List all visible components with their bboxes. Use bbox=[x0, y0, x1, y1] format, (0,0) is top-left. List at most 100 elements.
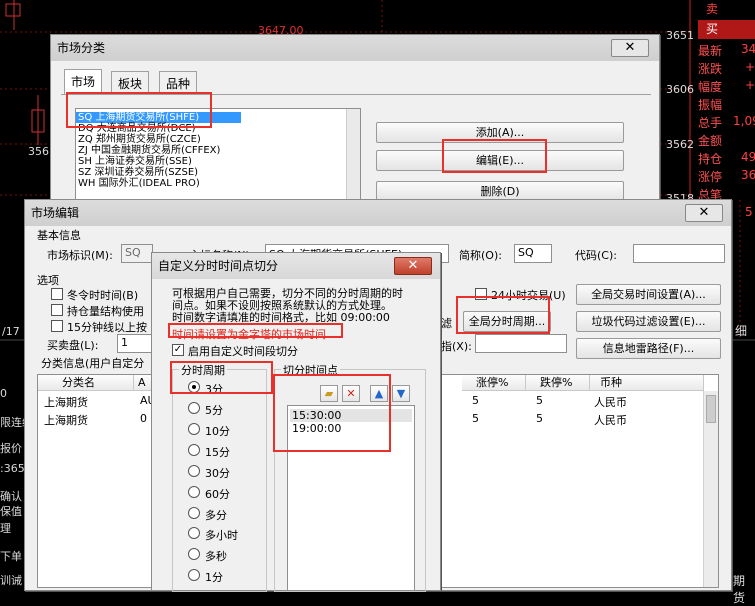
code-label: 代码(C): bbox=[575, 249, 617, 262]
list-item[interactable]: ZQ 郑州期货交易所(CZCE) bbox=[76, 134, 360, 145]
edit-window-titlebar[interactable]: 市场编辑 ✕ bbox=[25, 200, 731, 226]
period-radio[interactable] bbox=[188, 527, 200, 539]
table-cell[interactable]: 0 bbox=[140, 412, 147, 425]
market-category-window: 市场分类 ✕ 市场 板块 品种 SQ 上海期货交易所(SHFE) DQ 大连商品… bbox=[50, 34, 660, 214]
period-radio[interactable] bbox=[188, 507, 200, 519]
period-dialog-titlebar[interactable]: 自定义分时时间点切分 ✕ bbox=[152, 253, 440, 279]
period-radio[interactable] bbox=[188, 444, 200, 456]
period-radio[interactable] bbox=[188, 548, 200, 560]
list-item[interactable]: DQ 大连商品交易所(DCE) bbox=[76, 123, 360, 134]
table-cell[interactable]: 上海期货 bbox=[44, 412, 88, 428]
delete-icon[interactable]: ✕ bbox=[342, 385, 360, 402]
market-window-titlebar[interactable]: 市场分类 ✕ bbox=[51, 35, 659, 61]
enable-custom-checkbox[interactable]: ✓ bbox=[172, 344, 184, 356]
list-scrollbar[interactable] bbox=[346, 109, 360, 211]
position-structure-checkbox[interactable] bbox=[51, 304, 63, 316]
left-fragment: 训诫 bbox=[0, 574, 22, 587]
tab-sector[interactable]: 板块 bbox=[111, 71, 150, 93]
table-header[interactable]: 币种 bbox=[590, 375, 704, 391]
fifteen-min-checkbox[interactable] bbox=[51, 320, 63, 332]
table-header[interactable]: 分类名 bbox=[38, 375, 134, 391]
list-item[interactable]: SQ 上海期货交易所(SHFE) bbox=[76, 112, 241, 123]
winter-time-checkbox[interactable] bbox=[51, 288, 63, 300]
period-radio[interactable] bbox=[188, 423, 200, 435]
close-icon[interactable]: ✕ bbox=[685, 204, 723, 222]
warning-text: 时间请设置为金字塔的市场时间 bbox=[172, 328, 326, 341]
list-item[interactable]: 15:30:00 bbox=[290, 409, 412, 422]
list-item[interactable]: SZ 深圳证券交易所(SZSE) bbox=[76, 167, 360, 178]
right-fragment: 细 bbox=[735, 324, 748, 338]
table-header[interactable]: 跌停% bbox=[526, 375, 590, 391]
list-item[interactable]: 19:00:00 bbox=[290, 422, 412, 435]
buy-sell-depth-label: 买卖盘(L): bbox=[47, 339, 99, 352]
table-cell[interactable]: 5 bbox=[472, 412, 479, 425]
folder-icon[interactable]: ▰ bbox=[320, 385, 338, 402]
quote-value: 34 bbox=[741, 42, 755, 56]
table-header[interactable]: 涨停% bbox=[462, 375, 526, 391]
quote-label: 金额 bbox=[698, 134, 723, 148]
arrow-down-icon[interactable]: ▼ bbox=[392, 385, 410, 402]
quote-label: 幅度 bbox=[698, 80, 723, 94]
period-radio[interactable] bbox=[188, 569, 200, 581]
category-info-label: 分类信息(用户自定分 bbox=[41, 357, 145, 370]
scrollbar-thumb[interactable] bbox=[706, 395, 716, 423]
tab-market[interactable]: 市场 bbox=[64, 69, 103, 95]
period-group-title: 分时周期 bbox=[179, 362, 227, 378]
global-trade-time-button[interactable]: 全局交易时间设置(A)... bbox=[576, 284, 721, 305]
code-field[interactable] bbox=[633, 244, 725, 263]
table-cell[interactable]: 5 bbox=[536, 412, 543, 425]
close-icon[interactable]: ✕ bbox=[611, 39, 649, 57]
index-field[interactable] bbox=[475, 334, 567, 353]
tab-variety[interactable]: 品种 bbox=[159, 71, 198, 93]
period-radio[interactable] bbox=[188, 381, 200, 393]
junk-filter-button[interactable]: 垃圾代码过滤设置(E)... bbox=[576, 311, 721, 332]
quote-label: 持仓 bbox=[698, 152, 723, 166]
table-cell[interactable]: 上海期货 bbox=[44, 394, 88, 410]
period-radio[interactable] bbox=[188, 465, 200, 477]
table-cell[interactable]: 5 bbox=[472, 394, 479, 407]
quote-value: 1,09 bbox=[733, 114, 755, 128]
global-period-button[interactable]: 全局分时周期... bbox=[463, 311, 551, 332]
quote-value: + bbox=[745, 60, 755, 74]
period-label: 多小时 bbox=[205, 529, 238, 542]
add-button[interactable]: 添加(A)... bbox=[376, 122, 624, 143]
period-radio[interactable] bbox=[188, 486, 200, 498]
short-name-field[interactable]: SQ bbox=[514, 244, 552, 263]
arrow-up-icon[interactable]: ▲ bbox=[370, 385, 388, 402]
right-fragment: 期货 bbox=[733, 574, 746, 605]
edit-window-title: 市场编辑 bbox=[31, 206, 80, 220]
left-fragment: 下单 bbox=[0, 550, 22, 563]
list-item[interactable]: ZJ 中国金融期货交易所(CFFEX) bbox=[76, 145, 360, 156]
buy-button[interactable]: 买 bbox=[698, 20, 755, 39]
period-label: 3分 bbox=[205, 383, 223, 396]
period-radio[interactable] bbox=[188, 402, 200, 414]
quote-value: 36 bbox=[741, 168, 755, 182]
exchange-list[interactable]: SQ 上海期货交易所(SHFE) DQ 大连商品交易所(DCE) ZQ 郑州期货… bbox=[75, 108, 361, 212]
trading-24h-checkbox[interactable] bbox=[475, 288, 487, 300]
period-label: 60分 bbox=[205, 488, 230, 501]
filter-fragment: 滤 bbox=[441, 317, 452, 330]
quote-label: 涨停 bbox=[698, 170, 723, 184]
info-mine-path-button[interactable]: 信息地雷路径(F)... bbox=[576, 338, 721, 359]
options-label: 选项 bbox=[37, 274, 59, 287]
table-cell[interactable]: 人民币 bbox=[594, 394, 627, 410]
table-scrollbar[interactable] bbox=[703, 391, 718, 587]
price-label: 3606 bbox=[666, 83, 694, 96]
list-item[interactable]: WH 国际外汇(IDEAL PRO) bbox=[76, 178, 360, 189]
table-cell[interactable]: 5 bbox=[536, 394, 543, 407]
market-id-field[interactable]: SQ bbox=[121, 244, 153, 263]
period-label: 15分 bbox=[205, 446, 230, 459]
period-dialog-title: 自定义分时时间点切分 bbox=[158, 259, 279, 273]
edit-button[interactable]: 编辑(E)... bbox=[376, 150, 624, 171]
list-item[interactable]: SH 上海证券交易所(SSE) bbox=[76, 156, 360, 167]
time-points-list[interactable]: 15:30:00 19:00:00 bbox=[287, 405, 415, 591]
close-icon[interactable]: ✕ bbox=[394, 257, 432, 275]
winter-time-label: 冬令时时间(B) bbox=[67, 289, 139, 302]
sell-button[interactable]: 卖 bbox=[698, 0, 755, 19]
buy-sell-depth-field[interactable]: 1 bbox=[117, 334, 153, 353]
period-label: 1分 bbox=[205, 571, 223, 584]
enable-custom-label: 启用自定义时间段切分 bbox=[188, 345, 298, 358]
description-line: 时间数字请填准的时间格式，比如 09:00:00 bbox=[172, 311, 390, 324]
period-label: 10分 bbox=[205, 425, 230, 438]
table-cell[interactable]: 人民币 bbox=[594, 412, 627, 428]
